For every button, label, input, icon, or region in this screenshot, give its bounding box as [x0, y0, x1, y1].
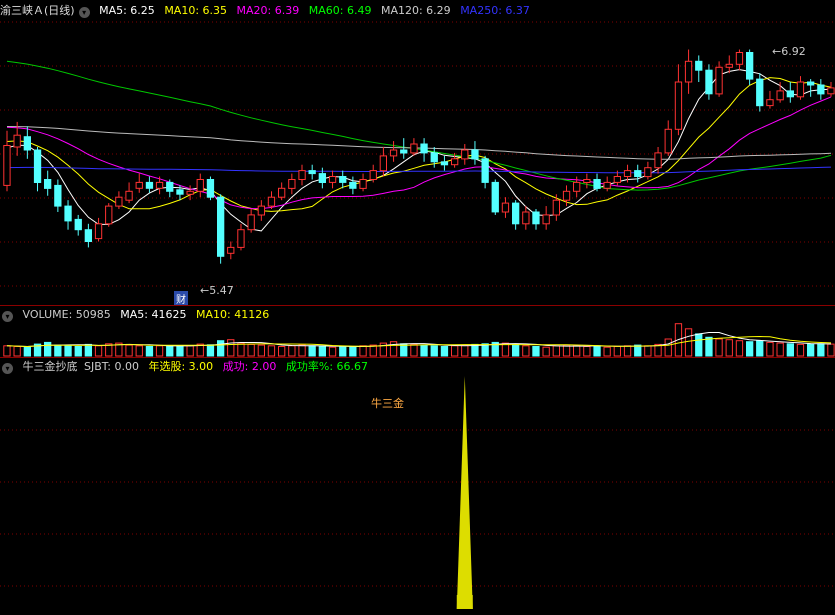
indicator-panel[interactable] [0, 0, 835, 615]
signal-spike-base [456, 595, 473, 609]
stock-chart-window: 渝三峡Ａ(日线) ▾ MA5: 6.25 MA10: 6.35 MA20: 6.3… [0, 0, 835, 615]
signal-spike [456, 376, 473, 609]
signal-label: 牛三金 [371, 397, 404, 410]
